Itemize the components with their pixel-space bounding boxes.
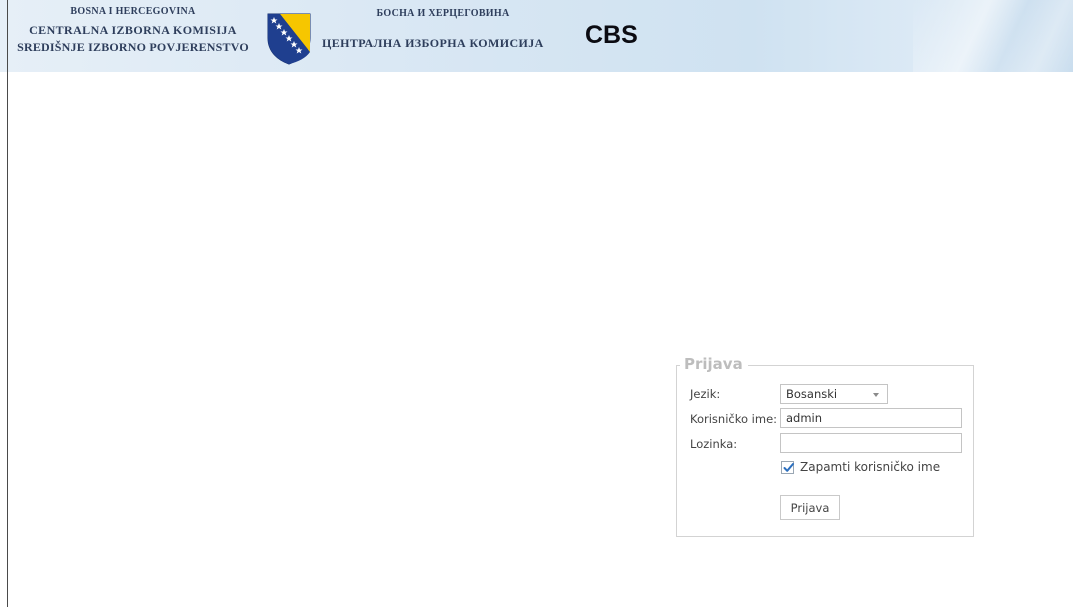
language-select[interactable]: Bosanski xyxy=(780,384,888,404)
checkmark-icon xyxy=(783,463,794,472)
country-name-latin: BOSNA I HERCEGOVINA xyxy=(70,6,196,17)
password-input[interactable] xyxy=(780,433,962,453)
bih-coat-of-arms-icon xyxy=(266,12,312,66)
remember-username-label[interactable]: Zapamti korisničko ime xyxy=(800,459,940,475)
header-decoration xyxy=(913,0,1073,72)
app-name-logo: CBS xyxy=(585,21,638,49)
institution-name-latin: BOSNA I HERCEGOVINA CENTRALNA IZBORNA KO… xyxy=(0,6,266,56)
country-name-cyrillic: БОСНА И ХЕРЦЕГОВИНА xyxy=(376,8,510,19)
login-legend: Prijava xyxy=(680,354,748,374)
commission-name-cyrillic: ЦЕНТРАЛНА ИЗБОРНА КОМИСИЈА xyxy=(322,36,544,50)
header-banner: BOSNA I HERCEGOVINA CENTRALNA IZBORNA KO… xyxy=(0,0,1073,72)
username-input[interactable] xyxy=(780,408,962,428)
language-select-value: Bosanski xyxy=(786,387,838,401)
language-label: Jezik: xyxy=(690,387,721,401)
commission-name-latin: CENTRALNA IZBORNA KOMISIJA xyxy=(29,23,237,37)
chevron-down-icon xyxy=(873,393,879,397)
commission-name-croatian: SREDIŠNJE IZBORNO POVJERENSTVO xyxy=(17,40,249,54)
remember-username-checkbox[interactable] xyxy=(781,461,794,474)
window-frame-edge xyxy=(7,0,8,607)
login-page: BOSNA I HERCEGOVINA CENTRALNA IZBORNA KO… xyxy=(0,0,1073,607)
password-label: Lozinka: xyxy=(690,437,738,451)
username-label: Korisničko ime: xyxy=(690,412,778,426)
login-button[interactable]: Prijava xyxy=(780,495,840,520)
